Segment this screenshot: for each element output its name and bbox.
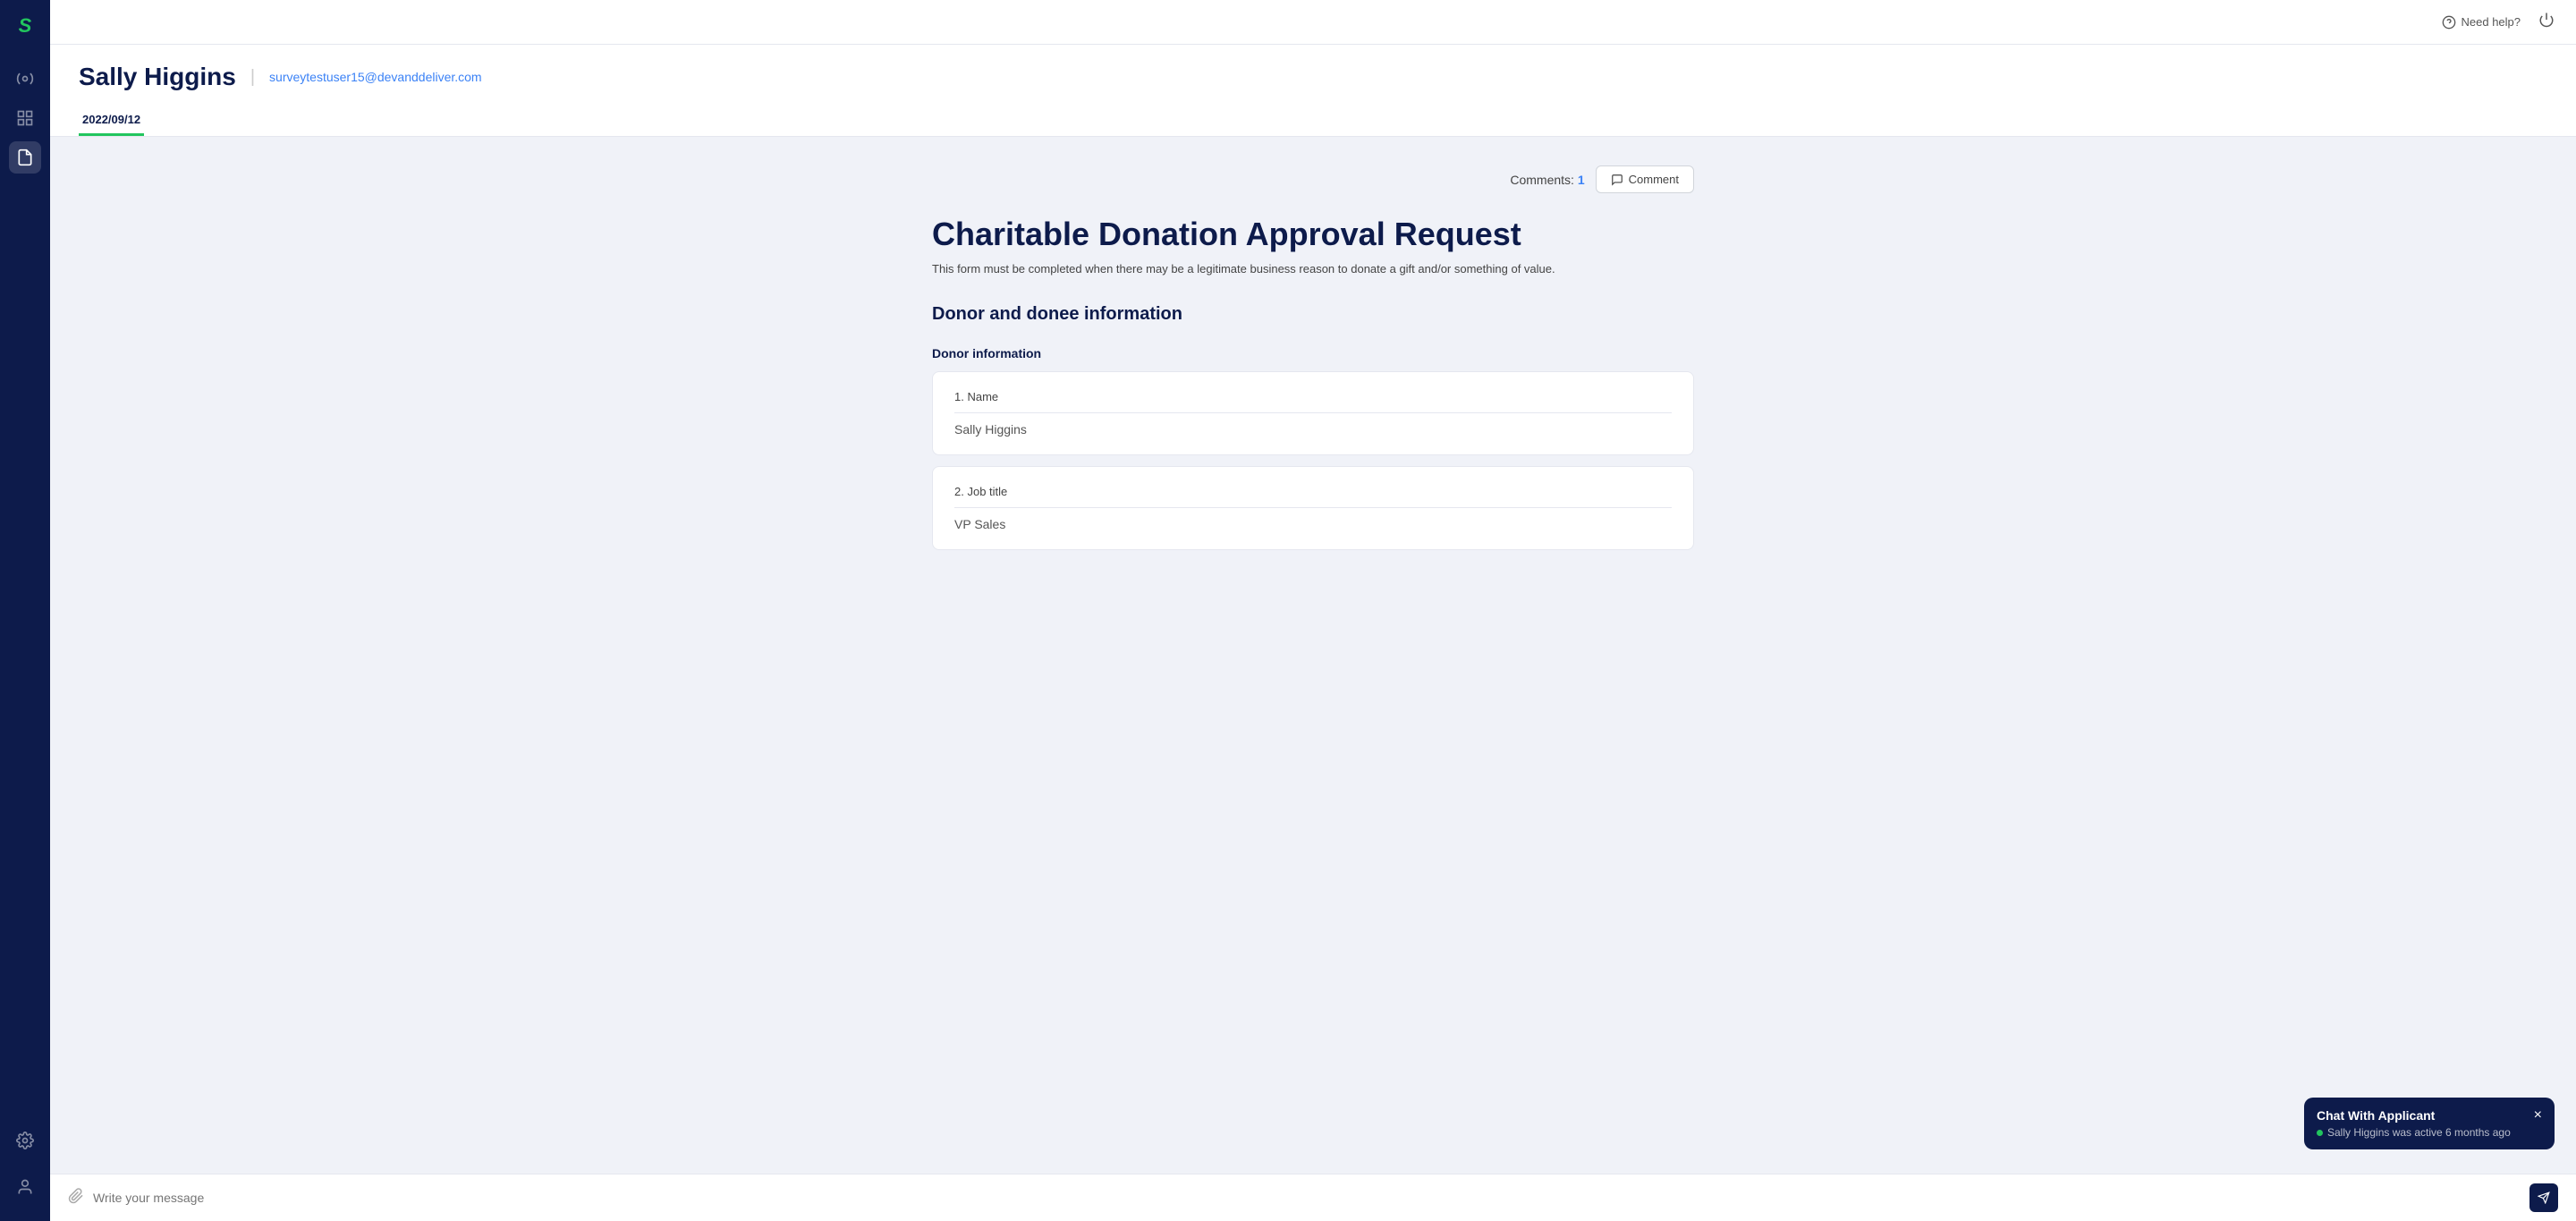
topbar: Need help? [50, 0, 2576, 45]
need-help-button[interactable]: Need help? [2442, 15, 2521, 30]
question-card-2: 2. Job title VP Sales [932, 466, 1694, 550]
subsection-label: Donor information [932, 346, 1694, 360]
help-icon [2442, 15, 2456, 30]
need-help-label: Need help? [2462, 15, 2521, 29]
sidebar-item-settings[interactable] [9, 1124, 41, 1157]
power-icon [2538, 12, 2555, 28]
sidebar-bottom [9, 1124, 41, 1210]
content-area: Sally Higgins | surveytestuser15@devandd… [50, 45, 2576, 1221]
page-title: Sally Higgins [79, 63, 236, 91]
main: Need help? Sally Higgins | surveytestuse… [50, 0, 2576, 1221]
topbar-actions: Need help? [2442, 12, 2555, 32]
logo[interactable]: S [10, 11, 40, 41]
sidebar-item-dashboard[interactable] [9, 63, 41, 95]
chat-widget-status-text: Sally Higgins was active 6 months ago [2327, 1126, 2511, 1139]
online-indicator [2317, 1130, 2323, 1136]
chat-widget-header: Chat With Applicant × [2317, 1108, 2542, 1123]
form-title: Charitable Donation Approval Request [932, 215, 1694, 253]
power-button[interactable] [2538, 12, 2555, 32]
logo-text: S [19, 14, 32, 38]
section-heading: Donor and donee information [932, 304, 1694, 325]
comments-label: Comments: 1 [1510, 173, 1584, 187]
sidebar-item-profile[interactable] [9, 1171, 41, 1203]
header-divider: | [250, 67, 255, 88]
comments-bar: Comments: 1 Comment [932, 165, 1694, 193]
paperclip-icon [68, 1188, 84, 1204]
question-label-2: 2. Job title [954, 485, 1672, 498]
question-card-1: 1. Name Sally Higgins [932, 371, 1694, 455]
sidebar-item-documents[interactable] [9, 141, 41, 174]
chat-widget-title: Chat With Applicant [2317, 1108, 2435, 1123]
comment-button-label: Comment [1629, 173, 1679, 186]
question-answer-1: Sally Higgins [954, 412, 1672, 437]
page-header-top: Sally Higgins | surveytestuser15@devandd… [79, 63, 2547, 91]
question-text-2: Job title [967, 485, 1007, 498]
form-container: Comments: 1 Comment Charitable Donation … [911, 137, 1716, 589]
form-subtitle: This form must be completed when there m… [932, 262, 1694, 276]
tab-date[interactable]: 2022/09/12 [79, 106, 144, 136]
comments-text: Comments: [1510, 173, 1574, 187]
chat-input-field[interactable] [93, 1191, 2521, 1205]
comment-icon [1611, 174, 1623, 186]
page-tabs: 2022/09/12 [79, 106, 2547, 136]
sidebar-item-reports[interactable] [9, 102, 41, 134]
send-button[interactable] [2529, 1183, 2558, 1212]
comment-button[interactable]: Comment [1596, 165, 1694, 193]
chat-widget-close-button[interactable]: × [2534, 1108, 2542, 1123]
question-number-2: 2. [954, 485, 964, 498]
question-label-1: 1. Name [954, 390, 1672, 403]
user-email[interactable]: surveytestuser15@devanddeliver.com [269, 70, 482, 84]
comments-count: 1 [1578, 173, 1585, 187]
sidebar: S [0, 0, 50, 1221]
question-text-1: Name [967, 390, 998, 403]
page-header: Sally Higgins | surveytestuser15@devandd… [50, 45, 2576, 137]
attach-icon[interactable] [68, 1188, 84, 1208]
question-number-1: 1. [954, 390, 964, 403]
chat-widget-status: Sally Higgins was active 6 months ago [2317, 1126, 2542, 1139]
question-answer-2: VP Sales [954, 507, 1672, 531]
chat-input-bar [50, 1174, 2576, 1221]
chat-widget: Chat With Applicant × Sally Higgins was … [2304, 1098, 2555, 1149]
send-icon [2538, 1191, 2550, 1204]
